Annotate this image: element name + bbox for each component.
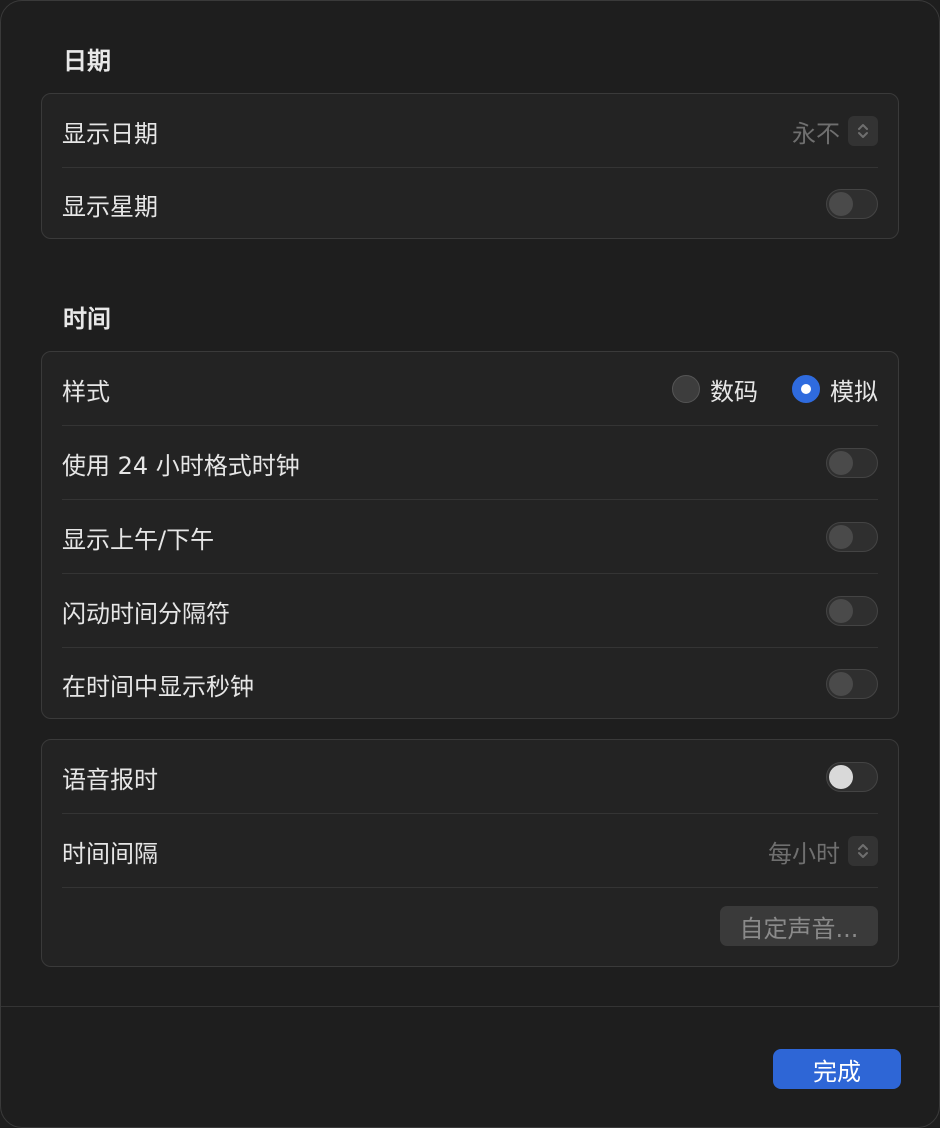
style-row: 样式 数码 模拟: [62, 352, 878, 426]
show-ampm-toggle[interactable]: [826, 522, 878, 552]
interval-row: 时间间隔 每小时: [62, 814, 878, 888]
announce-time-label: 语音报时: [62, 765, 158, 794]
toggle-knob: [829, 192, 853, 216]
interval-label: 时间间隔: [62, 839, 158, 868]
radio-analog[interactable]: [792, 375, 820, 403]
interval-popup[interactable]: 每小时: [768, 834, 878, 869]
chevron-updown-icon: [848, 836, 878, 866]
toggle-knob: [829, 451, 853, 475]
time-group: 样式 数码 模拟 使用 24 小时格式时钟 显示上午/下午 闪动时间分隔符 在时…: [41, 351, 899, 719]
toggle-knob: [829, 672, 853, 696]
show-seconds-row: 在时间中显示秒钟: [62, 648, 878, 720]
flash-separators-row: 闪动时间分隔符: [62, 574, 878, 648]
interval-value: 每小时: [768, 839, 840, 868]
done-button[interactable]: 完成: [773, 1049, 901, 1089]
flash-separators-toggle[interactable]: [826, 596, 878, 626]
style-option-analog[interactable]: 模拟: [792, 372, 878, 407]
use-24h-label: 使用 24 小时格式时钟: [62, 451, 300, 480]
show-weekday-toggle[interactable]: [826, 189, 878, 219]
flash-separators-label: 闪动时间分隔符: [62, 599, 230, 628]
date-group: 显示日期 永不 显示星期: [41, 93, 899, 239]
announce-time-row: 语音报时: [62, 740, 878, 814]
radio-digital[interactable]: [672, 375, 700, 403]
custom-voice-button[interactable]: 自定声音...: [720, 906, 878, 946]
show-ampm-label: 显示上午/下午: [62, 525, 215, 554]
toggle-knob: [829, 765, 853, 789]
show-date-popup[interactable]: 永不: [792, 114, 878, 149]
use-24h-toggle[interactable]: [826, 448, 878, 478]
show-seconds-toggle[interactable]: [826, 669, 878, 699]
footer-divider: [1, 1006, 939, 1007]
time-section-title: 时间: [63, 305, 111, 333]
toggle-knob: [829, 599, 853, 623]
radio-dot: [801, 384, 811, 394]
style-radio-group: 数码 模拟: [638, 372, 878, 407]
announce-group: 语音报时 时间间隔 每小时 自定声音...: [41, 739, 899, 967]
announce-time-toggle[interactable]: [826, 762, 878, 792]
show-date-label: 显示日期: [62, 119, 158, 148]
show-ampm-row: 显示上午/下午: [62, 500, 878, 574]
clock-options-sheet: 日期 显示日期 永不 显示星期 时间 样式 数码 模拟 使用 24 小时格式时钟…: [0, 0, 940, 1128]
show-seconds-label: 在时间中显示秒钟: [62, 672, 254, 701]
show-weekday-row: 显示星期: [62, 168, 878, 240]
style-option-digital-label: 数码: [710, 377, 758, 406]
date-section-title: 日期: [63, 47, 111, 75]
show-weekday-label: 显示星期: [62, 192, 158, 221]
toggle-knob: [829, 525, 853, 549]
style-label: 样式: [62, 377, 110, 406]
show-date-value: 永不: [792, 119, 840, 148]
style-option-analog-label: 模拟: [830, 377, 878, 406]
show-date-row: 显示日期 永不: [62, 94, 878, 168]
chevron-updown-icon: [848, 116, 878, 146]
style-option-digital[interactable]: 数码: [672, 372, 758, 407]
use-24h-row: 使用 24 小时格式时钟: [62, 426, 878, 500]
